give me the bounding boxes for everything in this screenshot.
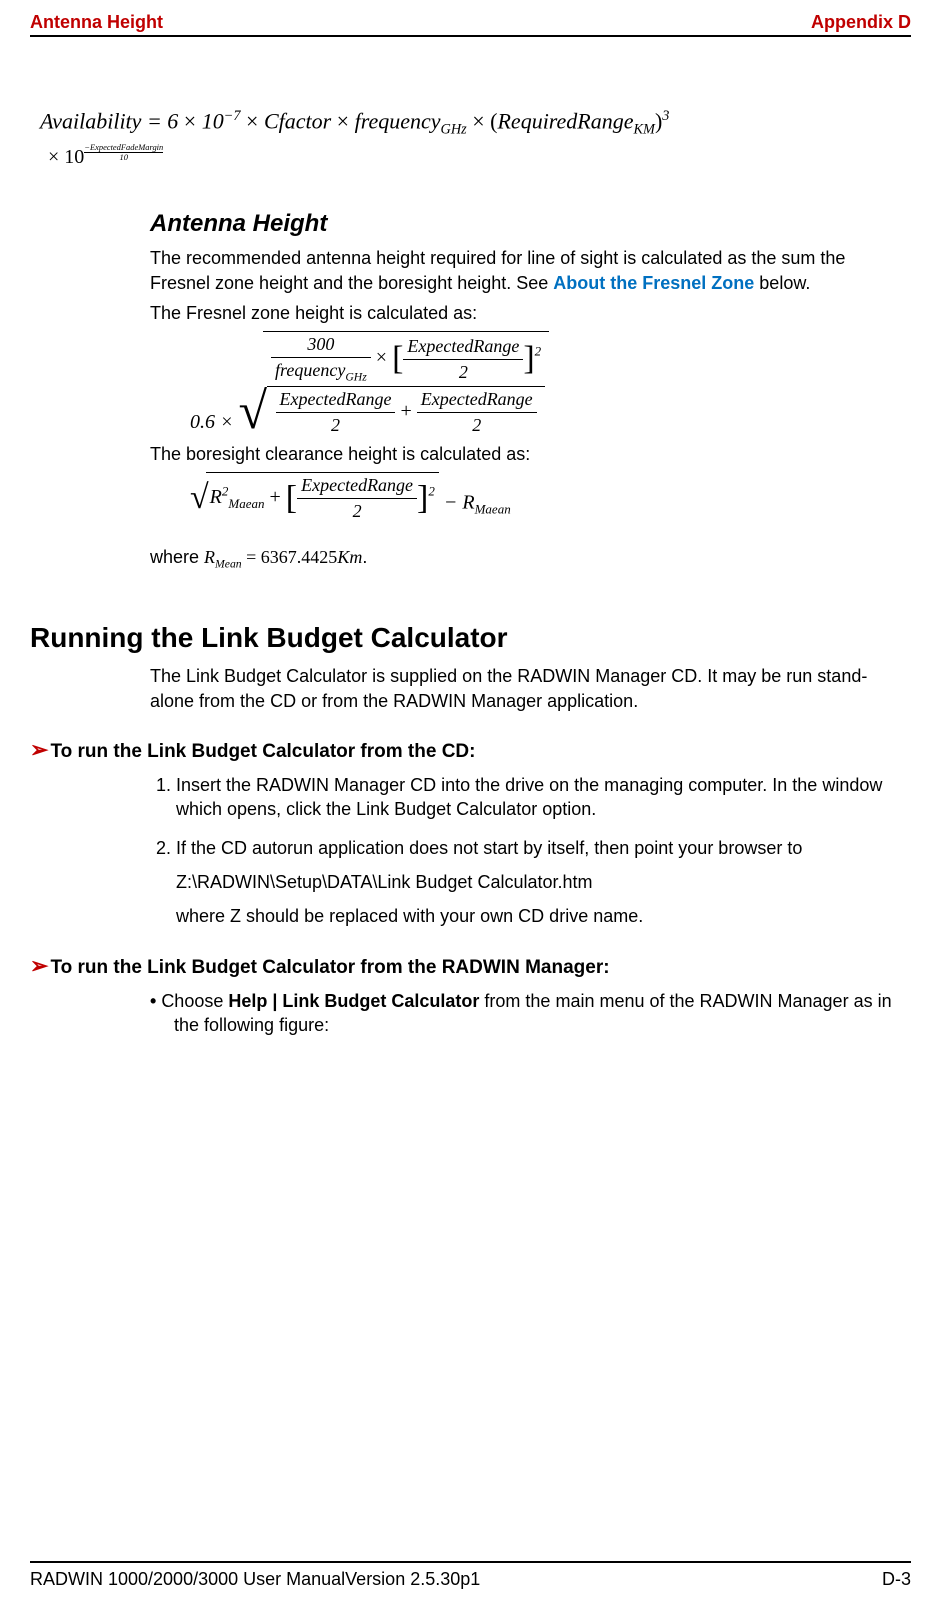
- fresnel-exprange3: ExpectedRange: [417, 389, 537, 412]
- formula-freq: frequency: [355, 108, 441, 133]
- fresnel-freq-sub: GHz: [345, 371, 366, 384]
- formula-cfactor: Cfactor: [264, 108, 331, 133]
- proc1-title: To run the Link Budget Calculator from t…: [50, 741, 475, 762]
- fresnel-formula: 0.6 × √ 300 frequencyGHz × [ExpectedRang…: [190, 331, 901, 436]
- formula-reqrange: RequiredRange: [497, 108, 633, 133]
- where-prefix: where: [150, 547, 204, 567]
- arrow-icon: ➢: [30, 953, 48, 978]
- step-1: Insert the RADWIN Manager CD into the dr…: [176, 773, 901, 822]
- fresnel-300: 300: [271, 334, 371, 357]
- formula-exp-neg7: −7: [224, 108, 241, 124]
- running-intro: The Link Budget Calculator is supplied o…: [150, 664, 901, 713]
- proc2-bullet: Choose Help | Link Budget Calculator fro…: [150, 989, 901, 1038]
- bs-maean2: Maean: [475, 501, 511, 516]
- formula-exp-den: 10: [84, 152, 163, 162]
- formula-eq: =: [147, 108, 167, 133]
- bullet-bold: Help | Link Budget Calculator: [228, 991, 479, 1011]
- header-rule: [30, 35, 911, 37]
- formula-ten: 10: [202, 108, 224, 133]
- where-period: .: [362, 547, 367, 567]
- fresnel-coef: 0.6 ×: [190, 411, 234, 433]
- boresight-formula: √ R2Maean + [ExpectedRange2]2 − RMaean: [190, 472, 901, 525]
- bs-exprange: ExpectedRange: [297, 475, 417, 498]
- fresnel-intro: The Fresnel zone height is calculated as…: [150, 301, 901, 325]
- fresnel-freq: frequency: [275, 360, 345, 380]
- proc2-bullets: Choose Help | Link Budget Calculator fro…: [150, 989, 901, 1038]
- header-right: Appendix D: [811, 12, 911, 33]
- proc2-title: To run the Link Budget Calculator from t…: [50, 957, 609, 978]
- fresnel-exprange1: ExpectedRange: [403, 336, 523, 359]
- step-2-text: If the CD autorun application does not s…: [176, 838, 802, 858]
- footer-left: RADWIN 1000/2000/3000 User ManualVersion…: [30, 1569, 480, 1590]
- formula-freq-sub: GHz: [441, 122, 467, 138]
- bullet-prefix: Choose: [161, 991, 228, 1011]
- step-2: If the CD autorun application does not s…: [176, 836, 901, 929]
- fresnel-sq: 2: [535, 344, 542, 359]
- where-eq: = 6367.4425: [242, 547, 338, 567]
- formula-reqrange-sub: KM: [634, 122, 655, 138]
- antenna-height-title: Antenna Height: [150, 210, 901, 238]
- fresnel-two3: 2: [417, 412, 537, 436]
- proc1-steps: Insert the RADWIN Manager CD into the dr…: [150, 773, 901, 928]
- page-footer: RADWIN 1000/2000/3000 User ManualVersion…: [30, 1561, 911, 1590]
- bs-R: R: [210, 486, 222, 508]
- boresight-intro: The boresight clearance height is calcul…: [150, 442, 901, 466]
- footer-right: D-3: [882, 1569, 911, 1590]
- arrow-icon: ➢: [30, 737, 48, 762]
- where-sub: Mean: [215, 558, 242, 571]
- bs-maean: Maean: [228, 496, 264, 511]
- running-title: Running the Link Budget Calculator: [30, 622, 901, 654]
- where-R: R: [204, 547, 215, 567]
- footer-rule: [30, 1561, 911, 1563]
- step-2-path: Z:\RADWIN\Setup\DATA\Link Budget Calcula…: [176, 870, 901, 894]
- bs-minus: − R: [444, 491, 475, 513]
- formula-lhs: Availability: [40, 108, 141, 133]
- proc1-heading: ➢To run the Link Budget Calculator from …: [30, 737, 901, 763]
- intro-after: below.: [754, 273, 810, 293]
- bs-sq: 2: [428, 484, 435, 499]
- formula-exp-num: −ExpectedFadeMargin: [84, 143, 163, 152]
- antenna-height-intro: The recommended antenna height required …: [150, 246, 901, 295]
- formula-coef: 6: [167, 108, 178, 133]
- page-header: Antenna Height Appendix D: [30, 12, 911, 35]
- proc2-heading: ➢To run the Link Budget Calculator from …: [30, 953, 901, 979]
- fresnel-two1: 2: [403, 359, 523, 383]
- availability-formula: Availability = 6 × 10−7 × Cfactor × freq…: [40, 107, 901, 170]
- formula-line2-prefix: × 10: [48, 146, 84, 168]
- where-line: where RMean = 6367.4425Km.: [150, 545, 901, 572]
- where-unit: Km: [337, 547, 362, 567]
- header-left: Antenna Height: [30, 12, 163, 33]
- formula-cube: 3: [662, 108, 669, 124]
- bs-half: 2: [297, 498, 417, 522]
- step-2-note: where Z should be replaced with your own…: [176, 904, 901, 928]
- fresnel-zone-link[interactable]: About the Fresnel Zone: [553, 273, 754, 293]
- fresnel-two2: 2: [276, 412, 396, 436]
- fresnel-exprange2: ExpectedRange: [276, 389, 396, 412]
